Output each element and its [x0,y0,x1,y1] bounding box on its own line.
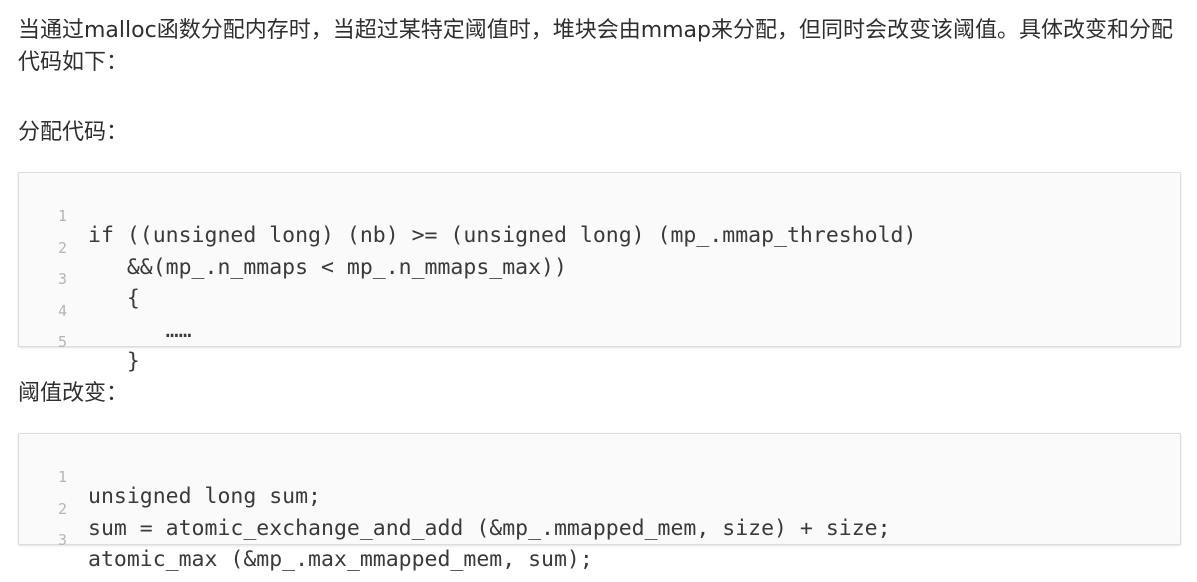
code-line: 1 if ((unsigned long) (nb) >= (unsigned … [19,182,1180,248]
code-line: 2 &&(mp_.n_mmaps < mp_.n_mmaps_max)) [19,214,1180,280]
threshold-code-block: 1 unsigned long sum; 2 sum = atomic_exch… [18,433,1181,572]
line-number: 3 [57,531,67,549]
code-line: 3 { [19,245,1180,311]
code-line: 4 …… [19,277,1180,343]
line-code: } [88,349,140,374]
threshold-change-label: 阈值改变： [18,381,129,406]
line-code: atomic_max (&mp_.max_mmapped_mem, sum); [88,547,593,572]
code-line: 2 sum = atomic_exchange_and_add (&mp_.mm… [19,475,1180,541]
code-line: 1 unsigned long sum; [19,443,1180,509]
intro-paragraph: 当通过malloc函数分配内存时，当超过某特定阈值时，堆块会由mmap来分配，但… [18,18,1174,75]
allocation-code-block: 1 if ((unsigned long) (nb) >= (unsigned … [18,172,1181,374]
code-line: 5 } [19,308,1180,374]
allocation-code-label: 分配代码： [18,120,129,145]
code-line: 3 atomic_max (&mp_.max_mmapped_mem, sum)… [19,506,1180,572]
line-number: 5 [57,333,67,351]
